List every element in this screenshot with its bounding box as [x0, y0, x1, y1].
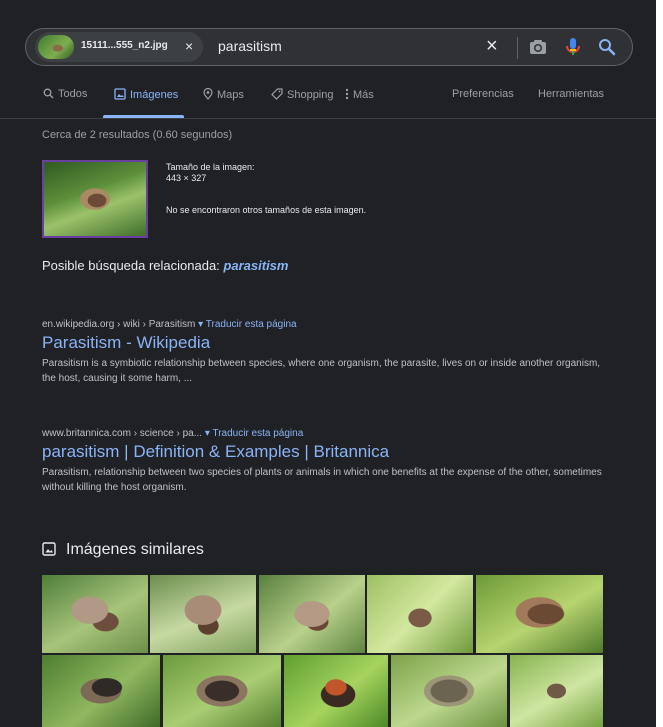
similar-image-thumbnail[interactable] — [150, 575, 256, 653]
translate-label: Traducir esta página — [205, 319, 297, 330]
chip-filename: 15111...555_n2.jpg — [81, 40, 168, 51]
more-vert-icon — [345, 88, 349, 103]
related-prefix: Posible búsqueda relacionada: — [42, 258, 220, 273]
tab-label: Más — [353, 89, 374, 101]
similar-image-thumbnail[interactable] — [42, 575, 148, 653]
similar-heading-label: Imágenes similares — [66, 541, 204, 558]
result-snippet: Parasitism, relationship between two spe… — [42, 467, 602, 493]
similar-image-thumbnail[interactable] — [42, 655, 160, 727]
similar-image-thumbnail[interactable] — [391, 655, 507, 727]
tab-preferencias[interactable]: Preferencias — [452, 88, 514, 100]
result-title-link[interactable]: Parasitism - Wikipedia — [42, 333, 602, 353]
microphone-icon[interactable] — [566, 37, 580, 62]
search-icon — [43, 88, 54, 102]
search-tabs: Todos Imágenes Maps Shopping Más Prefere… — [0, 87, 656, 116]
similar-image-thumbnail[interactable] — [259, 575, 365, 653]
tab-mas[interactable]: Más — [345, 88, 374, 103]
similar-image-thumbnail[interactable] — [163, 655, 281, 727]
tab-herramientas[interactable]: Herramientas — [538, 88, 604, 100]
related-term-link[interactable]: parasitism — [223, 258, 288, 273]
result-stats: Cerca de 2 resultados (0.60 segundos) — [42, 129, 233, 141]
image-size-value: 443 × 327 — [166, 173, 207, 183]
clear-search-icon[interactable]: × — [486, 35, 498, 57]
search-input[interactable]: parasitism — [218, 38, 282, 54]
chip-close-icon[interactable]: × — [185, 38, 193, 54]
tab-label: Maps — [217, 89, 244, 101]
result-url[interactable]: www.britannica.com › science › pa... — [42, 428, 202, 439]
tab-maps[interactable]: Maps — [203, 87, 244, 103]
tab-todos[interactable]: Todos — [43, 88, 87, 102]
tab-label: Imágenes — [130, 89, 179, 101]
search-divider — [517, 37, 518, 59]
translate-label: Traducir esta página — [212, 428, 304, 439]
image-icon — [114, 88, 126, 103]
tab-label: Todos — [58, 88, 88, 100]
tab-label: Shopping — [287, 89, 334, 101]
image-icon — [42, 542, 56, 561]
result-breadcrumb: en.wikipedia.org › wiki › Parasitism ▾ T… — [42, 319, 602, 330]
similar-image-thumbnail[interactable] — [284, 655, 388, 727]
similar-image-thumbnail[interactable] — [510, 655, 603, 727]
search-icon[interactable] — [598, 38, 616, 61]
query-image-thumbnail[interactable] — [42, 160, 148, 238]
similar-images-heading: Imágenes similares — [42, 541, 204, 561]
result-url[interactable]: en.wikipedia.org › wiki › Parasitism — [42, 319, 195, 330]
tag-icon — [271, 88, 283, 103]
result-breadcrumb: www.britannica.com › science › pa... ▾ T… — [42, 428, 602, 439]
camera-icon[interactable] — [529, 39, 547, 60]
similar-image-thumbnail[interactable] — [367, 575, 473, 653]
image-chip[interactable]: 15111...555_n2.jpg × — [35, 32, 203, 62]
translate-link[interactable]: ▾ Traducir esta página — [205, 428, 303, 439]
tabs-divider — [0, 118, 656, 119]
search-bar[interactable]: 15111...555_n2.jpg × parasitism × — [25, 28, 633, 66]
result-snippet: Parasitism is a symbiotic relationship b… — [42, 358, 601, 384]
map-pin-icon — [203, 87, 213, 103]
translate-link[interactable]: ▾ Traducir esta página — [198, 319, 296, 330]
tab-imagenes[interactable]: Imágenes — [114, 88, 178, 103]
related-search: Posible búsqueda relacionada: parasitism — [42, 258, 288, 273]
search-result: www.britannica.com › science › pa... ▾ T… — [42, 428, 602, 495]
results-page: 15111...555_n2.jpg × parasitism × Todos … — [0, 0, 656, 727]
chip-thumbnail — [38, 35, 74, 59]
similar-image-thumbnail[interactable] — [476, 575, 603, 653]
search-result: en.wikipedia.org › wiki › Parasitism ▾ T… — [42, 319, 602, 386]
result-title-link[interactable]: parasitism | Definition & Examples | Bri… — [42, 442, 602, 462]
no-other-sizes: No se encontraron otros tamaños de esta … — [166, 205, 367, 215]
image-size-label: Tamaño de la imagen: — [166, 162, 255, 172]
tab-shopping[interactable]: Shopping — [271, 88, 334, 103]
